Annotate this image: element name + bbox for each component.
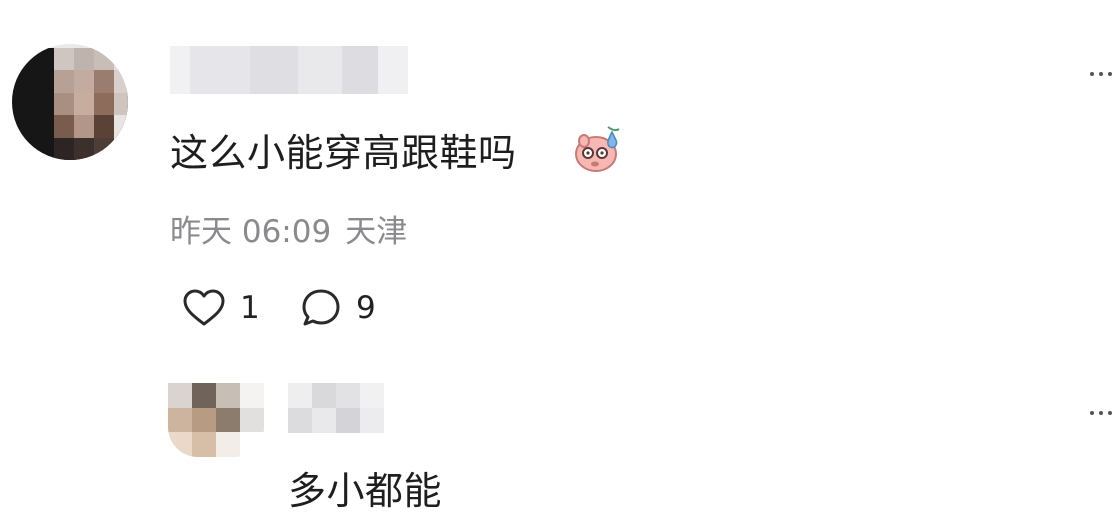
reply-more-options-icon[interactable] <box>1090 408 1112 418</box>
like-button[interactable]: 1 <box>182 286 260 330</box>
avatar[interactable] <box>12 44 128 160</box>
reply-avatar[interactable] <box>168 383 264 457</box>
like-count: 1 <box>240 290 260 326</box>
username-redacted[interactable] <box>170 46 408 94</box>
comment-time: 昨天 06:09 <box>170 214 332 250</box>
reply-username-redacted[interactable] <box>288 383 384 433</box>
reply-count: 9 <box>356 290 376 326</box>
comment-location: 天津 <box>345 214 408 250</box>
avatar-face-mosaic <box>54 48 128 160</box>
heart-icon <box>183 289 225 326</box>
reply-text: 多小都能 <box>288 469 443 513</box>
comment-bubble-icon <box>302 289 340 326</box>
more-options-icon[interactable] <box>1090 69 1112 79</box>
comment-meta: 昨天 06:09 天津 <box>170 210 421 254</box>
comment-text: 这么小能穿高跟鞋吗 <box>170 131 517 175</box>
sweat-smile-pig-emoji-icon <box>575 126 620 172</box>
reply-button[interactable]: 9 <box>300 286 376 330</box>
